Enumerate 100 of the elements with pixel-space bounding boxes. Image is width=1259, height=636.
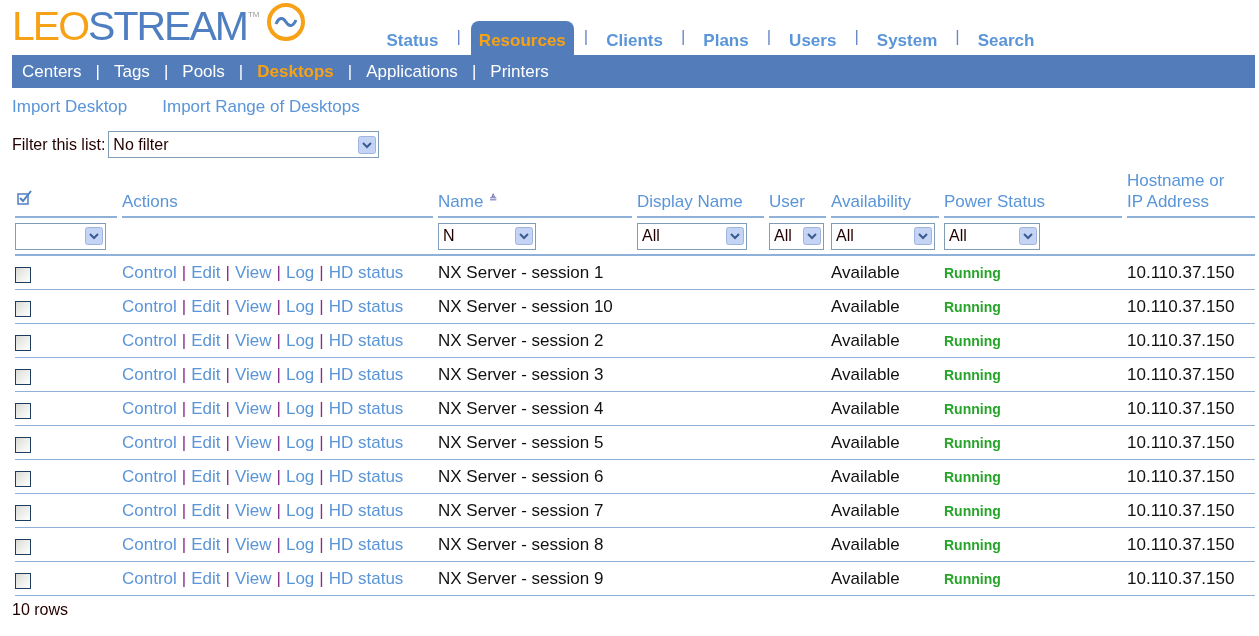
row-checkbox[interactable] [15,402,31,419]
nav-tab[interactable]: Plans [695,26,757,55]
row-action-link[interactable]: Log [285,262,315,283]
row-action-link[interactable]: HD status [328,432,404,453]
column-header[interactable]: Actions [122,191,178,212]
row-action-link[interactable]: HD status [328,568,404,589]
row-action-link[interactable]: Control [122,432,177,453]
row-checkbox[interactable] [15,300,31,317]
row-action-link[interactable]: View [234,262,272,283]
nav-tab[interactable]: Resources [470,21,574,55]
row-action-link[interactable]: Control [122,534,177,555]
row-action-link[interactable]: HD status [328,466,404,487]
row-action-link[interactable]: Log [285,466,315,487]
row-action-link[interactable]: HD status [328,534,404,555]
row-action-link[interactable]: Edit [191,296,221,317]
row-action-link[interactable]: HD status [328,364,404,385]
nav-tab[interactable]: Users [781,26,845,55]
row-action-link[interactable]: View [234,500,272,521]
column-filter-dropdown[interactable]: All [769,222,824,250]
row-action-link[interactable]: Edit [191,534,221,555]
row-checkbox[interactable] [15,504,31,521]
nav-tab[interactable]: Clients [598,26,671,55]
action-link[interactable]: Import Desktop [12,97,128,117]
column-header[interactable]: Name [438,191,484,212]
power-status: Running [944,434,1001,451]
sort-ascending-icon[interactable]: ≜ [489,188,498,209]
action-link[interactable]: Import Range of Desktops [162,97,360,117]
row-action-link[interactable]: Edit [191,262,221,283]
row-action-link[interactable]: Control [122,398,177,419]
availability-status: Available [831,398,900,419]
column-filter-dropdown[interactable]: All [637,222,747,250]
select-all-checkbox-icon[interactable] [17,190,33,206]
column-filter-dropdown[interactable]: All [944,222,1040,250]
row-action-link[interactable]: View [234,568,272,589]
row-action-link[interactable]: View [234,330,272,351]
row-action-link[interactable]: Log [285,398,315,419]
column-header[interactable]: Power Status [944,191,1046,212]
row-action-link[interactable]: HD status [328,262,404,283]
row-action-link[interactable]: View [234,296,272,317]
row-action-link[interactable]: Edit [191,568,221,589]
row-action-link[interactable]: View [234,364,272,385]
nav-tab[interactable]: System [868,26,946,55]
row-action-link[interactable]: Control [122,466,177,487]
row-checkbox[interactable] [15,266,31,283]
filter-dropdown[interactable]: No filter [108,131,380,158]
dropdown-value: All [774,227,792,245]
row-action-link[interactable]: Edit [191,432,221,453]
link-separator: | [224,432,231,453]
row-action-link[interactable]: Control [122,296,177,317]
row-checkbox[interactable] [15,334,31,351]
row-action-link[interactable]: Control [122,262,177,283]
row-action-link[interactable]: Edit [191,330,221,351]
power-status: Running [944,502,1001,519]
row-action-link[interactable]: Log [285,432,315,453]
row-action-link[interactable]: Edit [191,398,221,419]
link-separator: | [180,432,188,453]
subnav-tab[interactable]: Centers [22,61,82,82]
row-action-link[interactable]: Control [122,500,177,521]
row-action-link[interactable]: View [234,534,272,555]
link-separator: | [180,330,188,351]
row-action-link[interactable]: Edit [191,466,221,487]
row-action-link[interactable]: Edit [191,500,221,521]
row-action-link[interactable]: Log [285,534,315,555]
row-checkbox[interactable] [15,538,31,555]
column-header[interactable]: Availability [831,191,911,212]
row-checkbox[interactable] [15,436,31,453]
nav-tab[interactable]: Status [378,26,447,55]
column-filter-dropdown[interactable] [15,222,106,250]
nav-tab[interactable]: Search [969,26,1043,55]
subnav-tab[interactable]: Desktops [257,61,334,82]
row-action-link[interactable]: Control [122,330,177,351]
row-checkbox[interactable] [15,572,31,589]
subnav-tab[interactable]: Printers [490,61,549,82]
row-checkbox[interactable] [15,470,31,487]
row-action-link[interactable]: HD status [328,398,404,419]
row-action-link[interactable]: Log [285,568,315,589]
column-filter-dropdown[interactable]: N [438,222,536,250]
row-action-link[interactable]: Log [285,364,315,385]
row-action-link[interactable]: Control [122,568,177,589]
row-action-link[interactable]: View [234,398,272,419]
row-action-link[interactable]: HD status [328,330,404,351]
row-action-link[interactable]: Log [285,296,315,317]
row-action-link[interactable]: View [234,466,272,487]
ip-address: 10.110.37.150 [1127,296,1235,317]
row-checkbox[interactable] [15,368,31,385]
column-header[interactable]: User [769,191,805,212]
subnav-tab[interactable]: Pools [182,61,225,82]
dropdown-value: All [949,227,967,245]
row-action-link[interactable]: Control [122,364,177,385]
row-action-link[interactable]: Log [285,500,315,521]
row-action-link[interactable]: HD status [328,296,404,317]
row-action-link[interactable]: HD status [328,500,404,521]
row-action-link[interactable]: Edit [191,364,221,385]
row-action-link[interactable]: Log [285,330,315,351]
column-header[interactable]: Display Name [637,191,743,212]
row-action-link[interactable]: View [234,432,272,453]
subnav-tab[interactable]: Applications [366,61,458,82]
subnav-tab[interactable]: Tags [113,61,150,82]
column-filter-dropdown[interactable]: All [831,222,935,250]
column-header[interactable]: Hostname or IP Address [1127,170,1227,212]
